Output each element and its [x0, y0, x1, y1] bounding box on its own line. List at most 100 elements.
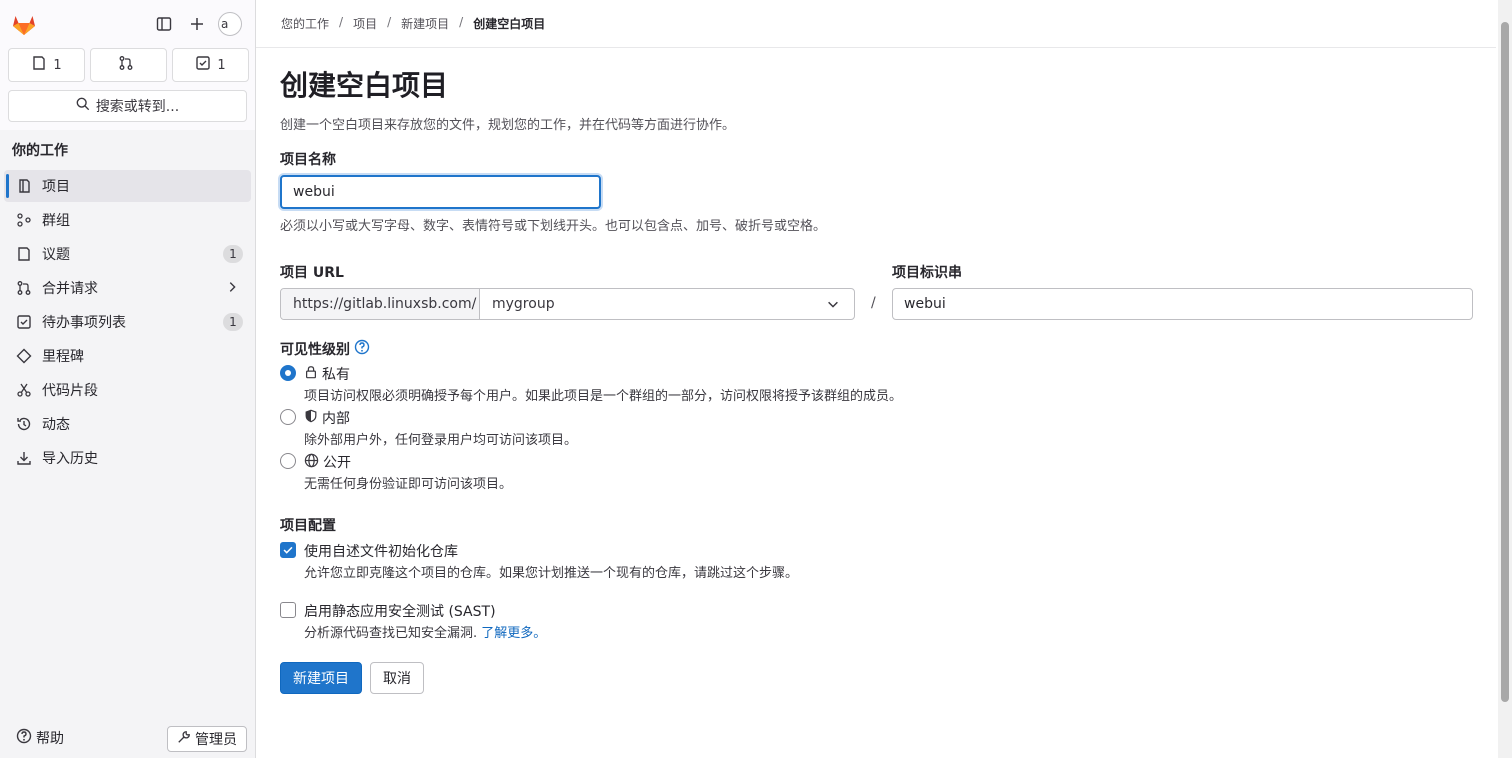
- sidebar-item-activity[interactable]: 动态: [4, 408, 251, 440]
- visibility-label: 可见性级别: [280, 339, 370, 359]
- create-project-button[interactable]: 新建项目: [280, 662, 362, 694]
- sidebar-item-projects[interactable]: 项目: [4, 170, 251, 202]
- avatar[interactable]: a: [218, 12, 242, 36]
- sidebar-item-merge-requests[interactable]: 合并请求: [4, 272, 251, 304]
- project-name-label: 项目名称: [280, 152, 336, 168]
- visibility-internal-label: 内部: [322, 411, 350, 427]
- page-scrollbar[interactable]: [1498, 0, 1512, 758]
- visibility-private-label: 私有: [322, 367, 350, 383]
- namespace-dropdown[interactable]: mygroup: [480, 289, 854, 319]
- issues-count: 1: [53, 57, 62, 73]
- sidebar-section-title: 你的工作: [12, 143, 68, 159]
- visibility-private-desc: 项目访问权限必须明确授予每个用户。如果此项目是一个群组的一部分，访问权限将授予该…: [304, 389, 903, 404]
- todo-icon: [16, 314, 32, 330]
- question-icon[interactable]: [354, 339, 370, 359]
- namespace-value: mygroup: [492, 296, 555, 312]
- help-icon: [16, 728, 32, 748]
- sidebar: a 1 1 搜索或转到... 你的工作 项目 群组 议题 1 合并请求 待办事项…: [0, 0, 256, 758]
- project-slug-input[interactable]: webui: [892, 288, 1473, 320]
- sast-desc: 分析源代码查找已知安全漏洞.: [304, 626, 478, 641]
- shield-icon: [304, 409, 318, 427]
- sidebar-toggle-icon[interactable]: [152, 12, 176, 36]
- lock-icon: [304, 365, 318, 383]
- import-icon: [16, 450, 32, 466]
- breadcrumb-new-project[interactable]: 新建项目: [401, 15, 449, 32]
- project-name-input[interactable]: webui: [280, 175, 601, 209]
- breadcrumb-projects[interactable]: 项目: [353, 15, 377, 32]
- activity-icon: [16, 416, 32, 432]
- project-slug-label: 项目标识串: [892, 265, 962, 281]
- check-icon: [283, 546, 293, 554]
- visibility-public-label: 公开: [323, 455, 351, 471]
- learn-more-link[interactable]: 了解更多。: [481, 626, 546, 641]
- project-url-label: 项目 URL: [280, 265, 344, 281]
- plus-icon[interactable]: [185, 12, 209, 36]
- issues-badge: 1: [223, 245, 243, 263]
- chevron-right-icon: [225, 280, 239, 298]
- admin-label: 管理员: [195, 732, 237, 748]
- project-url-prefix: https://gitlab.linuxsb.com/: [281, 289, 480, 319]
- breadcrumb-your-work[interactable]: 您的工作: [281, 15, 329, 32]
- visibility-public-desc: 无需任何身份验证即可访问该项目。: [304, 477, 513, 492]
- readme-checkbox[interactable]: [280, 542, 296, 558]
- sidebar-item-label: 里程碑: [42, 349, 84, 365]
- breadcrumb-separator: /: [387, 15, 392, 29]
- project-config-label: 项目配置: [280, 518, 336, 534]
- top-bar: 您的工作 / 项目 / 新建项目 / 创建空白项目: [256, 0, 1496, 48]
- merge-requests-counter-button[interactable]: [90, 48, 167, 82]
- sidebar-item-milestones[interactable]: 里程碑: [4, 340, 251, 372]
- todos-badge: 1: [223, 313, 243, 331]
- issues-icon: [31, 55, 47, 75]
- search-icon: [76, 97, 90, 115]
- project-url-group: https://gitlab.linuxsb.com/ mygroup: [280, 288, 855, 320]
- sidebar-item-label: 待办事项列表: [42, 315, 126, 331]
- todos-counter-button[interactable]: 1: [172, 48, 249, 82]
- page-title: 创建空白项目: [280, 69, 449, 102]
- globe-icon: [304, 453, 319, 472]
- help-label: 帮助: [36, 731, 64, 747]
- issues-icon: [16, 246, 32, 262]
- visibility-internal-title[interactable]: 内部: [304, 408, 350, 428]
- merge-request-icon: [16, 280, 32, 296]
- cancel-button[interactable]: 取消: [370, 662, 424, 694]
- sidebar-item-label: 群组: [42, 213, 70, 229]
- sidebar-item-label: 代码片段: [42, 383, 98, 399]
- sast-desc-row: 分析源代码查找已知安全漏洞. 了解更多。: [304, 622, 546, 641]
- search-label: 搜索或转到...: [95, 99, 180, 115]
- milestone-icon: [16, 348, 32, 364]
- sidebar-item-groups[interactable]: 群组: [4, 204, 251, 236]
- visibility-public-title[interactable]: 公开: [304, 452, 351, 472]
- visibility-private-title[interactable]: 私有: [304, 364, 350, 384]
- admin-button[interactable]: 管理员: [167, 726, 247, 752]
- visibility-public-radio[interactable]: [280, 453, 296, 469]
- breadcrumb-separator: /: [459, 15, 464, 29]
- scrollbar-thumb[interactable]: [1501, 22, 1509, 702]
- gitlab-logo-icon[interactable]: [10, 10, 38, 38]
- readme-label[interactable]: 使用自述文件初始化仓库: [304, 541, 458, 561]
- visibility-private-radio[interactable]: [280, 365, 296, 381]
- visibility-internal-radio[interactable]: [280, 409, 296, 425]
- sast-checkbox[interactable]: [280, 602, 296, 618]
- sidebar-nav-area: 你的工作 项目 群组 议题 1 合并请求 待办事项列表 1 里程碑 代码片段 动…: [0, 130, 255, 720]
- sidebar-item-label: 合并请求: [42, 281, 98, 297]
- sast-label[interactable]: 启用静态应用安全测试 (SAST): [304, 601, 496, 621]
- sidebar-item-issues[interactable]: 议题 1: [4, 238, 251, 270]
- url-slash: /: [871, 295, 876, 311]
- help-button[interactable]: 帮助: [16, 728, 64, 748]
- snippet-icon: [16, 382, 32, 398]
- sidebar-item-import-history[interactable]: 导入历史: [4, 442, 251, 474]
- project-name-help: 必须以小写或大写字母、数字、表情符号或下划线开头。也可以包含点、加号、破折号或空…: [280, 219, 827, 234]
- sidebar-item-label: 项目: [42, 179, 70, 195]
- sidebar-item-label: 导入历史: [42, 451, 98, 467]
- project-icon: [16, 178, 32, 194]
- sidebar-header: a: [0, 0, 256, 48]
- sidebar-item-label: 动态: [42, 417, 70, 433]
- sidebar-item-todos[interactable]: 待办事项列表 1: [4, 306, 251, 338]
- breadcrumb-current[interactable]: 创建空白项目: [473, 15, 545, 32]
- chevron-down-icon: [826, 297, 840, 315]
- sidebar-item-snippets[interactable]: 代码片段: [4, 374, 251, 406]
- search-button[interactable]: 搜索或转到...: [8, 90, 247, 122]
- sidebar-item-label: 议题: [42, 247, 70, 263]
- page-description: 创建一个空白项目来存放您的文件，规划您的工作，并在代码等方面进行协作。: [280, 118, 736, 133]
- issues-counter-button[interactable]: 1: [8, 48, 85, 82]
